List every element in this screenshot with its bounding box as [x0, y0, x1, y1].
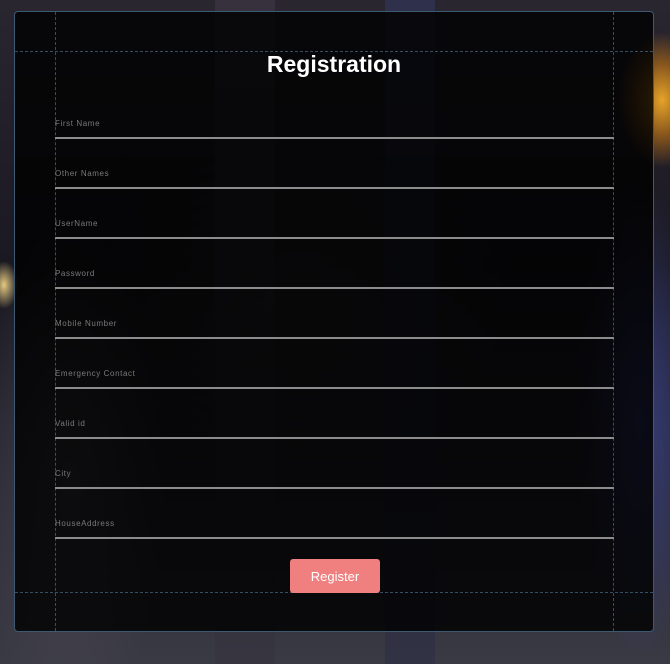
password-field[interactable] — [55, 267, 614, 289]
house-address-field[interactable] — [55, 517, 614, 539]
emergency-contact-field[interactable] — [55, 367, 614, 389]
house-address-input[interactable] — [55, 517, 614, 539]
valid-id-input[interactable] — [55, 417, 614, 439]
registration-card: Registration Register — [14, 11, 654, 632]
first-name-field[interactable] — [55, 117, 614, 139]
username-field[interactable] — [55, 217, 614, 239]
other-names-field[interactable] — [55, 167, 614, 189]
emergency-contact-input[interactable] — [55, 367, 614, 389]
first-name-input[interactable] — [55, 117, 614, 139]
page-title: Registration — [266, 51, 402, 77]
city-field[interactable] — [55, 467, 614, 489]
city-input[interactable] — [55, 467, 614, 489]
password-input[interactable] — [55, 267, 614, 289]
mobile-number-input[interactable] — [55, 317, 614, 339]
mobile-number-field[interactable] — [55, 317, 614, 339]
other-names-input[interactable] — [55, 167, 614, 189]
valid-id-field[interactable] — [55, 417, 614, 439]
username-input[interactable] — [55, 217, 614, 239]
register-button[interactable]: Register — [290, 559, 380, 593]
